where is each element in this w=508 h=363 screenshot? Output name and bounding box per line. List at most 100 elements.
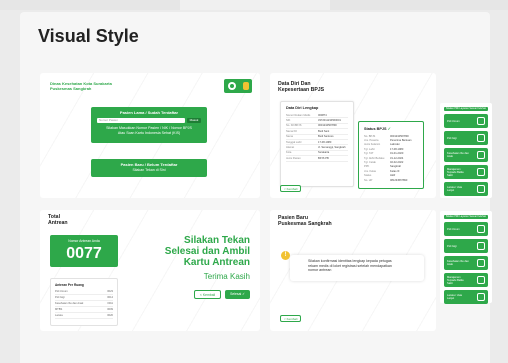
queue-per-room-box: Antrean Per Ruang Poli Umum 0023 Poli Gigi… xyxy=(50,278,118,326)
service-button-label: Kesehatan Ibu dan Anak xyxy=(447,260,469,266)
top-band xyxy=(0,0,508,10)
patient-data-title: Data Diri Dan Kepesertaan BPJS xyxy=(278,81,324,93)
form-row-value: 0001234567890 xyxy=(318,124,337,128)
queue-actions: < Kembali Selesai ✓ xyxy=(193,290,250,299)
form-row-value: BPJS PB xyxy=(318,156,329,160)
service-button[interactable]: Poli Gigi xyxy=(444,239,488,253)
form-row-label: Kota xyxy=(286,151,292,155)
total-queue-label: Total Antrean xyxy=(48,214,68,226)
service-button-label: Lansia / Usia Lanjut xyxy=(447,294,462,300)
tooth-icon xyxy=(477,134,485,142)
queue-row-value: 0009 xyxy=(107,308,113,311)
returning-patient-desc: Silakan Masukkan Nomor Pasien / NIK / No… xyxy=(97,126,201,135)
total-queue-line2: Antrean xyxy=(48,220,68,226)
status-row-label: Tgl. TAT xyxy=(364,152,374,156)
queue-row-value: 0023 xyxy=(107,290,113,293)
service-button[interactable]: Poli Umum xyxy=(444,114,488,128)
done-button[interactable]: Selesai ✓ xyxy=(225,290,250,299)
service-button[interactable]: Poli Gigi xyxy=(444,131,488,145)
city-emblem-icon xyxy=(242,82,249,90)
health-logo-icon xyxy=(227,82,236,90)
status-row-label: Tgl. Lahir xyxy=(364,147,375,151)
form-row-label: Tanggal Lahir xyxy=(286,140,302,144)
form-row-label: Nomor Rekam Medis xyxy=(286,113,311,117)
status-row-label: Jenis Kelamin xyxy=(364,143,381,147)
queue-row-room: Lansia xyxy=(55,314,63,317)
form-row-value: 17-08-1980 xyxy=(318,140,332,144)
form-row-value: Surakarta xyxy=(318,151,330,155)
service-button-label: Kesehatan Ibu dan Anak xyxy=(447,152,469,158)
status-row-value: 081234567890 xyxy=(390,178,408,182)
queue-number-title: Nomor Antrean Anda xyxy=(68,239,100,243)
form-title: Data Diri Lengkap xyxy=(286,106,319,110)
elderly-icon xyxy=(477,293,485,301)
queue-row-value: 0011 xyxy=(107,302,113,305)
status-row-label: Tgl. Cetak xyxy=(364,161,376,165)
service-button[interactable]: Poli Umum xyxy=(444,222,488,236)
status-row-value: Penerima Bantuan xyxy=(390,139,412,143)
queue-row-room: Kesehatan Ibu dan Anak xyxy=(55,302,84,305)
top-tab xyxy=(180,0,330,10)
status-row-label: Tgl. Akhir Berlaku xyxy=(364,156,385,160)
status-row-value: Laki-laki xyxy=(390,143,400,147)
queue-row-room: Poli Gigi xyxy=(55,296,65,299)
service-menu-2: Silakan Pilih Layanan Sesuai Keluhan Pol… xyxy=(440,211,492,304)
elderly-icon xyxy=(477,185,485,193)
new-patient-subtitle: Silakan Tekan di Sini xyxy=(132,168,166,172)
thank-you-text: Terima Kasih xyxy=(203,272,250,281)
service-menu-header: Silakan Pilih Layanan Sesuai Keluhan xyxy=(444,215,488,219)
welcome-screen-panel: Dinas Kesehatan Kota Surakarta Puskesmas… xyxy=(40,73,260,198)
form-row-label: Nama xyxy=(286,135,293,139)
status-row-value: Kelas III xyxy=(390,169,400,173)
service-button[interactable]: Lansia / Usia Lanjut xyxy=(444,290,488,304)
patient-number-input[interactable]: Nomor Pasien xyxy=(97,118,185,123)
new-patient-panel: Pasien Baru Puskesmas Sangkrah Silakan k… xyxy=(270,210,436,331)
returning-patient-card[interactable]: Pasien Lama / Sudah Terdaftar Nomor Pasi… xyxy=(91,107,207,143)
patient-data-title-line2: Kepesertaan BPJS xyxy=(278,87,325,93)
service-button[interactable]: Kesehatan Ibu dan Anak xyxy=(444,256,488,270)
returning-patient-title: Pasien Lama / Sudah Terdaftar xyxy=(119,110,179,115)
service-button-label: Poli Gigi xyxy=(447,136,457,140)
take-ticket-message: Silakan Tekan Selesai dan Ambil Kartu An… xyxy=(140,235,250,268)
mother-child-icon xyxy=(477,151,485,159)
form-row-value: Jl. Semanggi, Sangkrah xyxy=(318,146,346,150)
new-patient-card[interactable]: Pasien Baru / Belum Terdaftar Silakan Te… xyxy=(91,159,207,177)
service-button[interactable]: Lansia / Usia Lanjut xyxy=(444,182,488,196)
personal-data-form: Data Diri Lengkap Nomor Rekam Medis 00087… xyxy=(280,101,354,187)
status-row-value: 0001234567890 xyxy=(390,134,409,138)
baby-icon xyxy=(477,276,485,284)
back-button[interactable]: < Kembali xyxy=(280,185,302,192)
status-row-label: No. HP xyxy=(364,178,373,182)
service-button[interactable]: Manajemen Terpadu Balita Sakit xyxy=(444,273,488,287)
queue-row-room: Poli Umum xyxy=(55,290,68,293)
service-menu-1: Silakan Pilih Layanan Sesuai Keluhan Pol… xyxy=(440,103,492,198)
patient-data-panel: Data Diri Dan Kepesertaan BPJS Data Diri… xyxy=(270,73,436,198)
clinic-logos xyxy=(224,79,252,93)
form-row: Jenis Pasien BPJS PB xyxy=(286,156,348,162)
service-button[interactable]: Kesehatan Ibu dan Anak xyxy=(444,148,488,162)
status-row: No. HP 081234567890 xyxy=(364,178,418,182)
service-button-label: Manajemen Terpadu Balita Sakit xyxy=(447,275,464,285)
status-row-label: No. BPJS xyxy=(364,134,376,138)
form-row-label: NIK xyxy=(286,119,291,123)
status-row-value: Aktif xyxy=(390,174,396,178)
status-row-label: PPK xyxy=(364,165,370,169)
queue-number: 0077 xyxy=(66,245,102,262)
service-button-label: Manajemen Terpadu Balita Sakit xyxy=(447,167,464,177)
new-patient-title-line2: Puskesmas Sangkrah xyxy=(278,221,332,227)
back-button[interactable]: < Kembali xyxy=(280,315,302,322)
service-button[interactable]: Manajemen Terpadu Balita Sakit xyxy=(444,165,488,179)
back-button[interactable]: < Kembali xyxy=(193,290,222,299)
queue-number-panel: Total Antrean Nomor Antrean Anda 0077 An… xyxy=(40,210,260,331)
form-row-value: Budi Sant xyxy=(318,129,330,133)
queue-row-room: MTBS xyxy=(55,308,63,311)
message-line3: Kartu Antrean xyxy=(183,257,250,268)
form-row-value: 000874 xyxy=(318,113,327,117)
enter-button[interactable]: Masuk xyxy=(187,118,201,123)
tooth-icon xyxy=(477,242,485,250)
form-row-label: Jenis Pasien xyxy=(286,156,301,160)
desc-line1: Silakan Masukkan Nomor Pasien / NIK / No… xyxy=(106,126,192,130)
service-button-label: Poli Umum xyxy=(447,119,460,123)
new-patient-title: Pasien Baru / Belum Terdaftar xyxy=(120,162,178,167)
status-row-value: 31-12-2024 xyxy=(390,156,404,160)
